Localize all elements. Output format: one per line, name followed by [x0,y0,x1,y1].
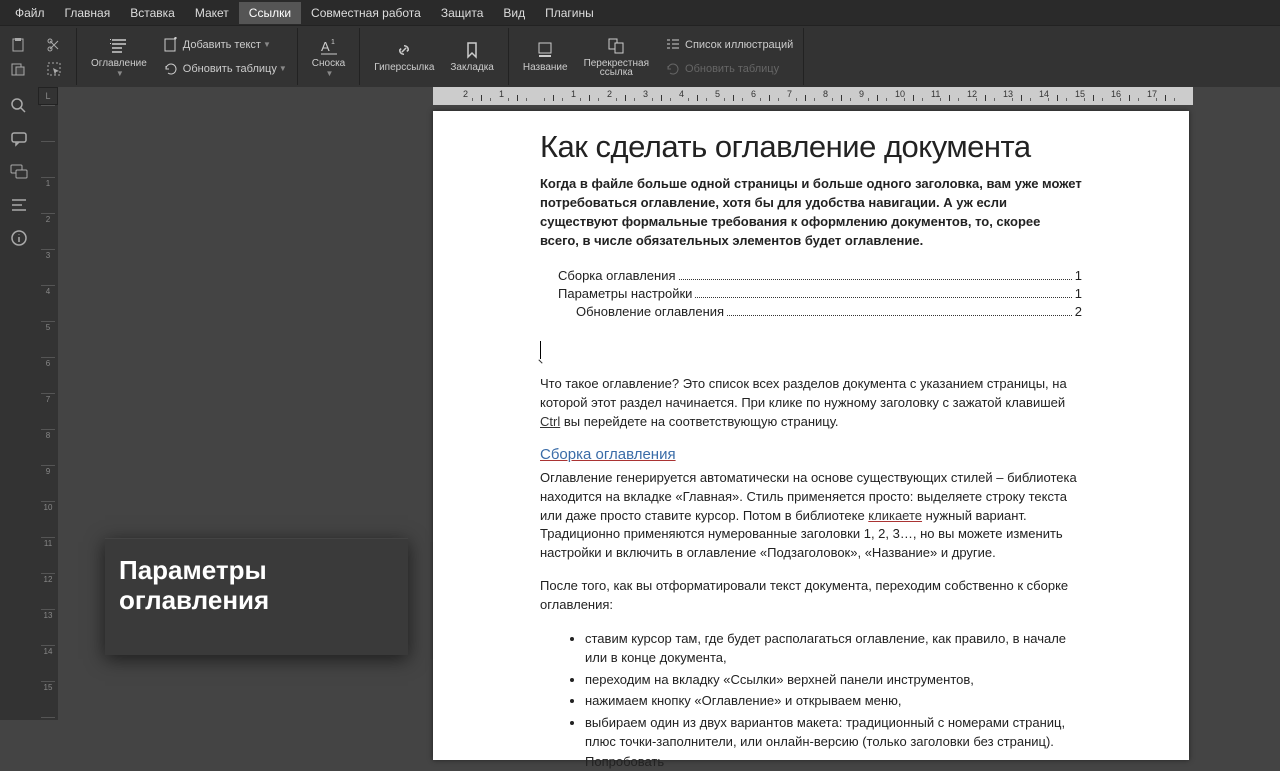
document-page[interactable]: Как сделать оглавление документа Когда в… [433,111,1189,760]
list-item-2: нажимаем кнопку «Оглавление» и открываем… [585,691,1082,711]
info-icon[interactable] [10,229,28,247]
hyperlink-label: Гиперссылка [374,62,434,73]
menu-item-1[interactable]: Главная [55,2,121,24]
refresh-table-label: Обновить таблицу [183,63,277,75]
menu-bar: ФайлГлавнаяВставкаМакетСсылкиСовместная … [0,0,1280,25]
footnote-label: Сноска [312,58,345,69]
crossref-icon [606,36,626,56]
toc-entry-0[interactable]: Сборка оглавления 1 [540,268,1082,283]
toc-entry-2[interactable]: Обновление оглавления 2 [540,304,1082,319]
bookmark-icon [462,40,482,60]
add-text-label: Добавить текст [183,39,261,51]
add-text-icon [163,37,179,53]
caption-icon [535,40,555,60]
text-cursor [540,341,1082,369]
svg-text:1: 1 [331,39,335,46]
vertical-ruler[interactable]: 12345678910111213141516 [38,105,58,720]
comments-icon[interactable] [10,130,28,148]
caption-button[interactable]: Название [515,36,576,77]
refresh-icon [163,61,179,77]
click-link: кликаете [868,508,922,523]
menu-item-2[interactable]: Вставка [120,2,185,24]
crossref-button[interactable]: Перекрестная ссылка [576,32,657,82]
lead-paragraph: Когда в файле больше одной страницы и бо… [540,175,1082,250]
scissors-icon [46,37,62,53]
chevron-down-icon: ▼ [326,69,334,78]
menu-item-6[interactable]: Защита [431,2,494,24]
chat-icon[interactable] [10,163,28,181]
chevron-down-icon: ▼ [279,64,287,73]
cut-button[interactable] [42,35,70,55]
menu-item-4[interactable]: Ссылки [239,2,301,24]
paragraph-2: Оглавление генерируется автоматически на… [540,469,1082,563]
crossref-label-2: ссылка [600,67,633,78]
menu-item-5[interactable]: Совместная работа [301,2,431,24]
bookmark-label: Закладка [450,62,493,73]
paste-button-2[interactable] [6,59,34,79]
list-item-1: переходим на вкладку «Ссылки» верхней па… [585,670,1082,690]
link-icon [394,40,414,60]
refresh-icon [665,61,681,77]
toc-entry-1[interactable]: Параметры настройки 1 [540,286,1082,301]
paste-button[interactable] [6,35,34,55]
para1-text-a: Что такое оглавление? Это список всех ра… [540,376,1067,410]
list-item-0: ставим курсор там, где будет располагать… [585,629,1082,668]
paragraph-1: Что такое оглавление? Это список всех ра… [540,375,1082,432]
left-sidebar [0,87,38,720]
refresh-table-disabled: Обновить таблицу [661,59,797,79]
refresh-table-disabled-label: Обновить таблицу [685,63,779,75]
chevron-down-icon: ▼ [263,40,271,49]
toc-icon [109,36,129,56]
search-icon[interactable] [10,97,28,115]
chevron-down-icon: ▼ [116,69,124,78]
overlay-line-1: Параметры [119,556,394,586]
para1-text-b: вы перейдете на соответствующую страницу… [560,414,838,429]
list-item-3: выбираем один из двух вариантов макета: … [585,713,1082,771]
ctrl-link: Ctrl [540,414,560,429]
paste-icon [10,61,26,77]
overlay-tooltip: Параметры оглавления [105,538,408,655]
menu-item-0[interactable]: Файл [5,2,55,24]
illustrations-icon [665,37,681,53]
refresh-table-button[interactable]: Обновить таблицу ▼ [159,59,291,79]
illustrations-label: Список иллюстраций [685,39,793,51]
ribbon-toolbar: Оглавление ▼ Добавить текст ▼ Обновить т… [0,25,1280,87]
add-text-button[interactable]: Добавить текст ▼ [159,35,291,55]
svg-text:A: A [321,39,330,54]
headings-icon[interactable] [10,196,28,214]
toc-label: Оглавление [91,58,147,69]
overlay-line-2: оглавления [119,586,394,616]
select-icon [46,61,62,77]
toc-block: Сборка оглавления 1 Параметры настройки 1… [540,268,1082,319]
clipboard-icon [10,37,26,53]
menu-item-3[interactable]: Макет [185,2,239,24]
bookmark-button[interactable]: Закладка [442,36,501,77]
paragraph-3: После того, как вы отформатировали текст… [540,577,1082,615]
ruler-corner[interactable]: L [38,87,58,105]
select-button[interactable] [42,59,70,79]
hyperlink-button[interactable]: Гиперссылка [366,36,442,77]
footnote-button[interactable]: A1 Сноска ▼ [304,32,353,82]
menu-item-8[interactable]: Плагины [535,2,604,24]
menu-item-7[interactable]: Вид [493,2,535,24]
toc-button[interactable]: Оглавление ▼ [83,32,155,82]
heading-2: Сборка оглавления [540,446,1082,463]
horizontal-ruler[interactable]: 211234567891011121314151617 [433,87,1193,105]
caption-label: Название [523,62,568,73]
footnote-icon: A1 [319,36,339,56]
illustrations-button[interactable]: Список иллюстраций [661,35,797,55]
bullet-list: ставим курсор там, где будет располагать… [585,629,1082,771]
page-title: Как сделать оглавление документа [540,129,1082,165]
